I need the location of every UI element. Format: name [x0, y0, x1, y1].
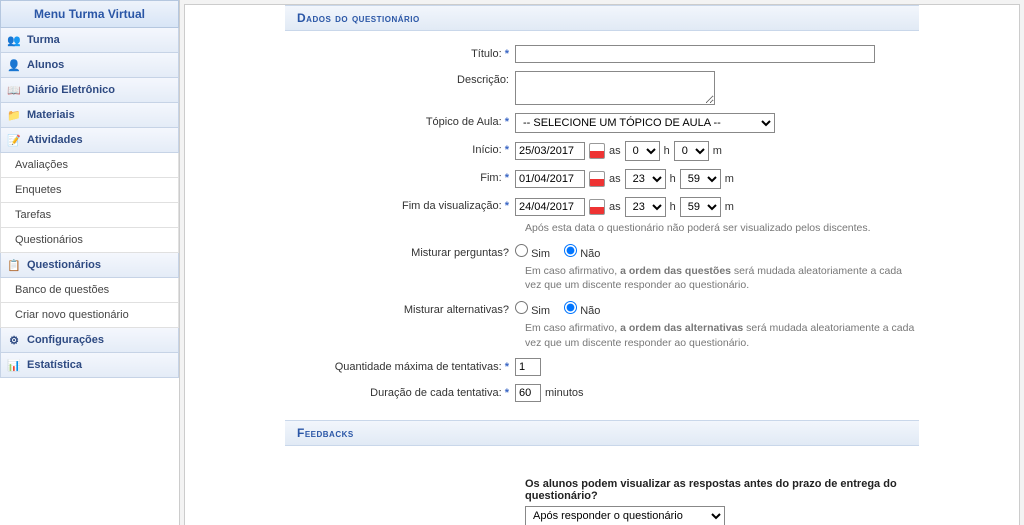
- label-descricao: Descrição:: [285, 71, 515, 86]
- input-qtdmax[interactable]: [515, 358, 541, 376]
- select-inicio-m[interactable]: 0: [674, 141, 709, 161]
- menu-icon: 📊: [7, 358, 21, 372]
- sidebar: Menu Turma Virtual 👥 Turma 👤 Alunos 📖 Diário …: [0, 0, 180, 525]
- label-titulo: Título: *: [285, 45, 515, 60]
- menu-icon: ⚙: [7, 333, 21, 347]
- select-fimvis-m[interactable]: 59: [680, 197, 721, 217]
- sidebar-item-label: Turma: [27, 34, 60, 46]
- text-as: as: [609, 173, 621, 185]
- text-as: as: [609, 145, 621, 157]
- calendar-icon[interactable]: [589, 143, 605, 159]
- label-fim: Fim: *: [285, 169, 515, 184]
- input-fimvis-date[interactable]: [515, 198, 585, 216]
- text-h: h: [670, 173, 676, 185]
- sidebar-item-label: Estatística: [27, 359, 82, 371]
- hint-mistperg: Em caso afirmativo, a ordem das questões…: [525, 264, 919, 293]
- input-descricao[interactable]: [515, 71, 715, 105]
- select-fb-q1[interactable]: Após responder o questionário: [525, 506, 725, 525]
- sidebar-item[interactable]: 📁 Materiais: [0, 103, 179, 128]
- text-minutos: minutos: [545, 387, 584, 399]
- menu-icon: 📁: [7, 108, 21, 122]
- input-fim-date[interactable]: [515, 170, 585, 188]
- sidebar-menu: 👥 Turma 👤 Alunos 📖 Diário Eletrônico 📁 Materiai…: [0, 28, 179, 378]
- sidebar-item[interactable]: ⚙ Configurações: [0, 328, 179, 353]
- sidebar-item[interactable]: 📋 Questionários: [0, 253, 179, 278]
- menu-icon: 👤: [7, 58, 21, 72]
- text-as: as: [609, 201, 621, 213]
- menu-icon: 👥: [7, 33, 21, 47]
- sidebar-item-label: Atividades: [27, 134, 83, 146]
- input-dur[interactable]: [515, 384, 541, 402]
- sidebar-item-label: Diário Eletrônico: [27, 84, 115, 96]
- label-mistperg: Misturar perguntas?: [285, 244, 515, 259]
- content-scroll[interactable]: Dados do questionário Título: * Descriçã…: [180, 0, 1024, 525]
- sidebar-item[interactable]: 📝 Atividades: [0, 128, 179, 153]
- sidebar-item-label: Questionários: [27, 259, 101, 271]
- sidebar-subitem[interactable]: Enquetes: [0, 178, 179, 203]
- sidebar-subitem[interactable]: Tarefas: [0, 203, 179, 228]
- sidebar-item[interactable]: 📖 Diário Eletrônico: [0, 78, 179, 103]
- radio-mistalt-nao[interactable]: Não: [564, 301, 600, 317]
- radio-mistperg-sim[interactable]: Sim: [515, 244, 550, 260]
- text-m: m: [725, 201, 734, 213]
- select-inicio-h[interactable]: 0: [625, 141, 660, 161]
- menu-icon: 📋: [7, 258, 21, 272]
- form-panel: Dados do questionário Título: * Descriçã…: [184, 4, 1020, 525]
- sidebar-item-label: Configurações: [27, 334, 104, 346]
- sidebar-subitem[interactable]: Banco de questões: [0, 278, 179, 303]
- radio-mistalt-sim[interactable]: Sim: [515, 301, 550, 317]
- text-m: m: [713, 145, 722, 157]
- text-m: m: [725, 173, 734, 185]
- sidebar-item-label: Materiais: [27, 109, 75, 121]
- sidebar-item[interactable]: 📊 Estatística: [0, 353, 179, 378]
- section-feedbacks: Feedbacks: [285, 420, 919, 446]
- select-topico[interactable]: -- SELECIONE UM TÓPICO DE AULA --: [515, 113, 775, 133]
- text-h: h: [664, 145, 670, 157]
- input-inicio-date[interactable]: [515, 142, 585, 160]
- calendar-icon[interactable]: [589, 199, 605, 215]
- section-dados: Dados do questionário: [285, 5, 919, 31]
- text-h: h: [670, 201, 676, 213]
- sidebar-subitem[interactable]: Avaliações: [0, 153, 179, 178]
- calendar-icon[interactable]: [589, 171, 605, 187]
- fb-q1: Os alunos podem visualizar as respostas …: [525, 478, 919, 502]
- label-dur: Duração de cada tentativa: *: [285, 384, 515, 399]
- sidebar-item[interactable]: 👥 Turma: [0, 28, 179, 53]
- input-titulo[interactable]: [515, 45, 875, 63]
- sidebar-title: Menu Turma Virtual: [0, 0, 179, 28]
- label-mistalt: Misturar alternativas?: [285, 301, 515, 316]
- sidebar-subitem[interactable]: Questionários: [0, 228, 179, 253]
- select-fimvis-h[interactable]: 23: [625, 197, 666, 217]
- label-inicio: Início: *: [285, 141, 515, 156]
- radio-mistperg-nao[interactable]: Não: [564, 244, 600, 260]
- hint-fimvis: Após esta data o questionário não poderá…: [525, 221, 871, 236]
- select-fim-h[interactable]: 23: [625, 169, 666, 189]
- label-qtdmax: Quantidade máxima de tentativas: *: [285, 358, 515, 373]
- sidebar-item[interactable]: 👤 Alunos: [0, 53, 179, 78]
- label-fimvis: Fim da visualização: *: [285, 197, 515, 212]
- sidebar-subitem[interactable]: Criar novo questionário: [0, 303, 179, 328]
- label-topico: Tópico de Aula: *: [285, 113, 515, 128]
- select-fim-m[interactable]: 59: [680, 169, 721, 189]
- menu-icon: 📝: [7, 133, 21, 147]
- hint-mistalt: Em caso afirmativo, a ordem das alternat…: [525, 321, 919, 350]
- sidebar-item-label: Alunos: [27, 59, 64, 71]
- menu-icon: 📖: [7, 83, 21, 97]
